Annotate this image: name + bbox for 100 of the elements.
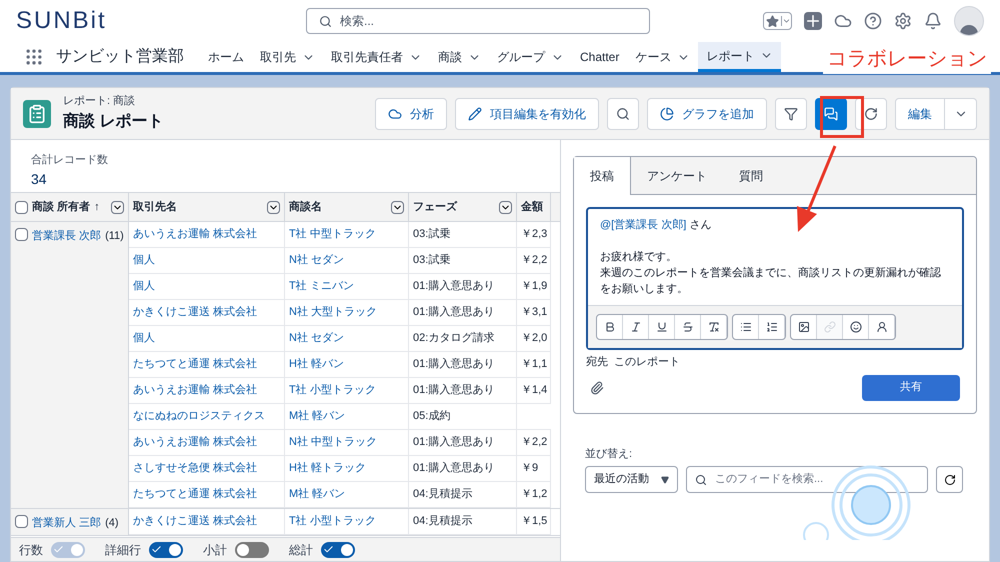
nav-tab[interactable]: レポート — [698, 42, 782, 72]
summary-value: 34 — [31, 170, 48, 188]
sort-arrow[interactable]: ↑ — [94, 198, 100, 216]
toggle-switch[interactable] — [149, 542, 183, 558]
sort-dropdown[interactable]: 最近の活動 — [585, 466, 678, 493]
table-cell: ￥9 — [517, 456, 551, 481]
summary-label: 合計レコード数 — [31, 152, 109, 168]
table-cell[interactable]: N社 大型トラック — [285, 300, 409, 325]
group-count: (4) — [105, 516, 119, 531]
nav-tab[interactable]: Chatter — [572, 42, 628, 72]
column-menu-icon[interactable] — [111, 200, 124, 214]
nav-tab[interactable]: ホーム — [200, 42, 252, 72]
table-cell[interactable]: T社 小型トラック — [285, 509, 409, 534]
table-cell[interactable]: M社 軽バン — [285, 482, 409, 507]
search-icon — [616, 106, 630, 120]
report-title: 商談 レポート — [63, 111, 164, 132]
table-cell: 01:購入意思あり — [409, 274, 517, 299]
nav-tab[interactable]: ケース — [627, 42, 698, 72]
search-field[interactable]: 検索... — [306, 8, 650, 34]
person-icon — [876, 321, 888, 333]
column-header[interactable]: 商談名 — [289, 198, 322, 216]
checkbox[interactable] — [15, 228, 28, 241]
bold-icon — [604, 321, 616, 333]
favorites-button[interactable] — [763, 12, 792, 30]
app-name: サンビット営業部 — [56, 46, 184, 67]
publisher-tab[interactable]: 質問 — [723, 157, 779, 194]
refresh-icon — [864, 106, 878, 120]
cloud-icon[interactable] — [834, 12, 852, 30]
nav-tab[interactable]: 取引先 — [252, 42, 323, 72]
column-header[interactable]: フェーズ — [413, 198, 457, 216]
nav-tab[interactable]: グループ — [489, 42, 572, 72]
table-cell[interactable]: さしすせそ急便 株式会社 — [129, 456, 285, 481]
help-icon[interactable] — [864, 12, 882, 30]
nav-tab[interactable]: 商談 — [430, 42, 489, 72]
share-button[interactable]: 共有 — [862, 374, 960, 400]
check-icon — [151, 544, 162, 555]
toolbar-button[interactable]: グラフを追加 — [647, 98, 767, 130]
table-cell[interactable]: たちつてと通運 株式会社 — [129, 352, 285, 377]
avatar[interactable] — [954, 6, 984, 36]
table-cell[interactable]: N社 セダン — [285, 248, 409, 273]
post-editor[interactable]: @[営業課長 次郎] さん お疲れ様です。 来週のこのレポートを営業会議までに、商談リストの更新漏れが確認をお願いします。 — [586, 207, 964, 350]
column-menu-icon[interactable] — [267, 200, 280, 214]
toggle-switch[interactable] — [235, 542, 269, 558]
pencil-icon — [468, 106, 482, 120]
nav-tab[interactable]: 取引先責任者 — [323, 42, 430, 72]
checkbox[interactable] — [15, 200, 28, 214]
post-text: お疲れ様です。 — [600, 250, 678, 265]
settings-icon[interactable] — [894, 12, 912, 30]
publisher-tab[interactable]: アンケート — [631, 157, 723, 194]
table-cell[interactable]: T社 ミニバン — [285, 274, 409, 299]
add-icon[interactable] — [804, 12, 822, 30]
paperclip-icon[interactable] — [590, 380, 604, 394]
table-cell[interactable]: 個人 — [129, 326, 285, 351]
column-menu-icon[interactable] — [391, 200, 404, 214]
column-header[interactable]: 商談 所有者 — [32, 198, 90, 216]
toolbar-button[interactable]: 分析 — [375, 98, 447, 130]
owner-link[interactable]: 営業課長 次郎 — [32, 228, 102, 244]
table-cell: ￥1,1 — [517, 352, 551, 377]
table-cell[interactable]: 個人 — [129, 274, 285, 299]
toggle-switch[interactable] — [321, 542, 355, 558]
column-header[interactable]: 取引先名 — [133, 198, 177, 216]
table-cell: ￥2,3 — [517, 222, 551, 247]
toggle-label: 詳細行 — [105, 542, 141, 558]
table-cell[interactable]: かきくけこ運送 株式会社 — [129, 300, 285, 325]
table-cell[interactable]: あいうえお運輸 株式会社 — [129, 430, 285, 455]
check-icon — [53, 544, 64, 555]
logo[interactable]: SUNBit — [16, 3, 306, 39]
table-cell: 01:購入意思あり — [409, 352, 517, 377]
mention-link[interactable]: @[営業課長 次郎] — [600, 217, 686, 233]
table-cell[interactable]: N社 中型トラック — [285, 430, 409, 455]
filter-button[interactable] — [775, 98, 807, 130]
table-cell[interactable]: 個人 — [129, 248, 285, 273]
column-menu-icon[interactable] — [499, 200, 512, 214]
table-cell[interactable]: T社 小型トラック — [285, 378, 409, 403]
table-cell[interactable]: なにぬねのロジスティクス — [129, 404, 285, 429]
table-cell[interactable]: M社 軽バン — [285, 404, 409, 429]
caret-icon — [781, 16, 791, 26]
checkbox[interactable] — [15, 515, 28, 528]
toolbar-button[interactable]: 項目編集を有効化 — [455, 98, 599, 130]
table-cell[interactable]: あいうえお運輸 株式会社 — [129, 222, 285, 247]
table-cell[interactable]: N社 セダン — [285, 326, 409, 351]
refresh-button[interactable] — [936, 466, 963, 493]
app-launcher-icon[interactable] — [24, 47, 44, 67]
column-header[interactable]: 金額 — [521, 198, 543, 216]
refresh-icon — [944, 474, 956, 486]
edit-button[interactable]: 編集 — [895, 98, 945, 130]
table-cell: 03:試乗 — [409, 222, 517, 247]
owner-link[interactable]: 営業新人 三郎 — [32, 515, 102, 532]
table-cell[interactable]: H社 軽バン — [285, 352, 409, 377]
table-cell: ￥2,2 — [517, 248, 551, 273]
search-button[interactable] — [607, 98, 639, 130]
search-icon — [695, 474, 707, 486]
publisher-tab[interactable]: 投稿 — [574, 157, 631, 195]
toggle-label: 総計 — [289, 542, 313, 558]
table-cell[interactable]: H社 軽トラック — [285, 456, 409, 481]
table-cell[interactable]: たちつてと通運 株式会社 — [129, 482, 285, 507]
notification-icon[interactable] — [924, 12, 942, 30]
table-cell[interactable]: あいうえお運輸 株式会社 — [129, 378, 285, 403]
table-cell[interactable]: かきくけこ運送 株式会社 — [129, 509, 285, 534]
table-cell[interactable]: T社 中型トラック — [285, 222, 409, 247]
